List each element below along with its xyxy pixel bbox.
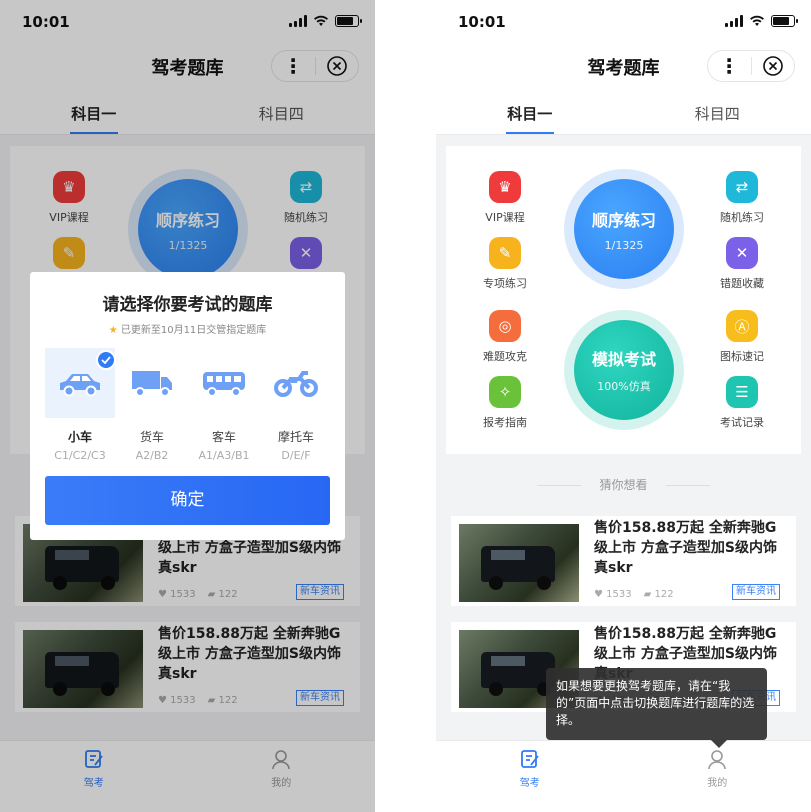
status-icons: [725, 15, 798, 27]
tooltip-text: 如果想要更换驾考题库，请在“我的”页面中点击切换题库进行题库的选择。: [556, 679, 755, 727]
option-code: A2/B2: [135, 449, 169, 462]
signs-label: 图标速记: [720, 350, 764, 363]
close-icon[interactable]: [751, 55, 794, 77]
sequential-practice-progress: 1/1325: [604, 238, 644, 252]
option-car[interactable]: 小车 C1/C2/C3: [45, 348, 116, 462]
tab-subject-1[interactable]: 科目一: [436, 88, 624, 134]
modal-title: 请选择你要考试的题库: [102, 295, 273, 315]
record-icon: ☰: [726, 376, 758, 408]
news-title: 售价158.88万起 全新奔驰G级上市 方盒子造型加S级内饰真skr: [594, 520, 777, 576]
truck-icon: [132, 371, 172, 397]
mini-program-capsule: ⋮: [707, 50, 795, 82]
comment-icon: ▰ 122: [643, 589, 674, 600]
news-thumbnail: [459, 524, 579, 602]
wifi-icon: [750, 15, 764, 26]
random-practice-item[interactable]: ⇄ 随机练习: [697, 171, 787, 225]
news-card[interactable]: 售价158.88万起 全新奔驰G级上市 方盒子造型加S级内饰真skr ♥ 153…: [451, 516, 796, 606]
hard-questions-label: 难题攻克: [483, 350, 527, 363]
right-screen: 10:01 驾考题库 ⋮ 科目一 科目四 ♛ VIP课程 ✎ 专项练习 ◎ 难题…: [436, 0, 811, 812]
left-screen: 10:01 驾考题库 ⋮ 科目一 科目四 ♛ VIP课程 ✎ ⇄ 随机练习 ✕ …: [0, 0, 375, 812]
guide-item[interactable]: ✧ 报考指南: [460, 376, 550, 430]
vip-course-item[interactable]: ♛ VIP课程: [460, 171, 550, 225]
signal-icon: [725, 15, 743, 27]
option-name: 客车: [211, 430, 236, 444]
records-item[interactable]: ☰ 考试记录: [697, 376, 787, 430]
random-practice-label: 随机练习: [720, 211, 764, 224]
option-code: D/E/F: [281, 449, 311, 462]
news-meta: ♥ 1533 ▰ 122: [594, 589, 674, 600]
sequential-practice-title: 顺序练习: [591, 210, 656, 230]
shuffle-icon: ⇄: [726, 171, 758, 203]
guess-section-title: 猜你想看: [436, 476, 811, 493]
mock-exam-title: 模拟考试: [591, 350, 656, 369]
option-motorcycle[interactable]: 摩托车 D/E/F: [261, 348, 331, 462]
special-practice-item[interactable]: ✎ 专项练习: [460, 237, 550, 291]
option-code: A1/A3/B1: [198, 449, 250, 462]
hard-questions-item[interactable]: ◎ 难题攻克: [460, 310, 550, 364]
subject-tabs: 科目一 科目四: [436, 88, 811, 135]
option-bus[interactable]: 客车 A1/A3/B1: [189, 348, 259, 462]
nav-bar: 驾考题库 ⋮: [436, 44, 811, 88]
option-code: C1/C2/C3: [54, 449, 106, 462]
wrong-questions-item[interactable]: ✕ 错题收藏: [697, 237, 787, 291]
confirm-button[interactable]: 确定: [45, 476, 330, 525]
comment-count: 122: [654, 589, 674, 600]
status-bar: 10:01: [436, 0, 811, 44]
like-icon: ♥ 1533: [594, 589, 632, 600]
option-name: 摩托车: [277, 430, 314, 444]
star-icon: ★: [108, 325, 118, 336]
select-bank-modal: 请选择你要考试的题库 ★ 已更新至10月11日交管指定题库 小车 C1/C2/C…: [30, 272, 345, 540]
bottom-tab-bar: 驾考 我的: [436, 740, 811, 812]
modal-subtitle: ★ 已更新至10月11日交管指定题库: [30, 321, 345, 336]
crown-icon: ♛: [489, 171, 521, 203]
guide-label: 报考指南: [483, 416, 527, 429]
switch-bank-tooltip: 如果想要更换驾考题库，请在“我的”页面中点击切换题库进行题库的选择。: [546, 668, 767, 748]
tab-exam-label: 驾考: [519, 778, 540, 789]
signs-item[interactable]: Ⓐ 图标速记: [697, 310, 787, 364]
pin-icon: ✎: [489, 237, 521, 269]
practice-grid: ♛ VIP课程 ✎ 专项练习 ◎ 难题攻克 ✧ 报考指南 ⇄ 随机练习 ✕ 错题…: [446, 146, 801, 454]
more-icon[interactable]: ⋮: [708, 51, 751, 81]
status-time: 10:01: [458, 13, 506, 31]
user-icon: [624, 748, 811, 770]
option-name: 货车: [139, 430, 164, 444]
battery-icon: [771, 15, 798, 27]
option-name: 小车: [67, 430, 92, 444]
vip-course-label: VIP课程: [485, 211, 525, 224]
records-label: 考试记录: [720, 416, 764, 429]
tab-mine-label: 我的: [707, 778, 728, 789]
option-truck[interactable]: 货车 A2/B2: [117, 348, 187, 462]
car-icon: [60, 374, 100, 397]
tab-mine[interactable]: 我的: [624, 741, 811, 812]
mock-exam-button[interactable]: 模拟考试 100%仿真: [564, 310, 684, 430]
guess-label: 猜你想看: [599, 478, 648, 492]
special-practice-label: 专项练习: [483, 277, 527, 290]
modal-subtitle-text: 已更新至10月11日交管指定题库: [120, 325, 267, 336]
tab-subject-4[interactable]: 科目四: [624, 88, 811, 134]
edit-icon: [436, 748, 624, 770]
book-icon: ✕: [726, 237, 758, 269]
like-count: 1533: [606, 589, 632, 600]
sequential-practice-button[interactable]: 顺序练习 1/1325: [564, 169, 684, 289]
compass-icon: ✧: [489, 376, 521, 408]
tab-exam[interactable]: 驾考: [436, 741, 624, 812]
mock-exam-subtitle: 100%仿真: [597, 380, 651, 393]
sign-icon: Ⓐ: [726, 310, 758, 342]
wrong-questions-label: 错题收藏: [720, 277, 764, 290]
target-icon: ◎: [489, 310, 521, 342]
motorcycle-icon: [274, 371, 318, 397]
bus-icon: [203, 372, 245, 397]
selected-check-icon: [96, 350, 116, 370]
news-tag: 新车资讯: [732, 584, 780, 600]
